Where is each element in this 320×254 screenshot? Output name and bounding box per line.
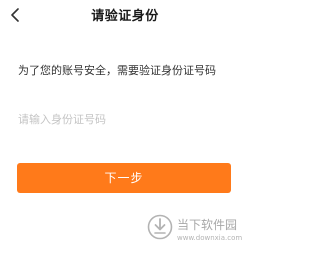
page-title: 请验证身份: [91, 9, 159, 24]
watermark: 当下软件园 www.downxia.com: [147, 212, 247, 250]
watermark-url: www.downxia.com: [177, 234, 243, 242]
id-number-input[interactable]: [18, 104, 232, 134]
downxia-logo-icon: [147, 214, 173, 240]
watermark-name: 当下软件园: [177, 218, 238, 232]
security-tip: 为了您的账号安全，需要验证身份证号码: [18, 64, 216, 77]
header: 请验证身份: [0, 0, 250, 34]
next-button[interactable]: 下一步: [17, 163, 231, 193]
id-number-field: [18, 104, 232, 134]
